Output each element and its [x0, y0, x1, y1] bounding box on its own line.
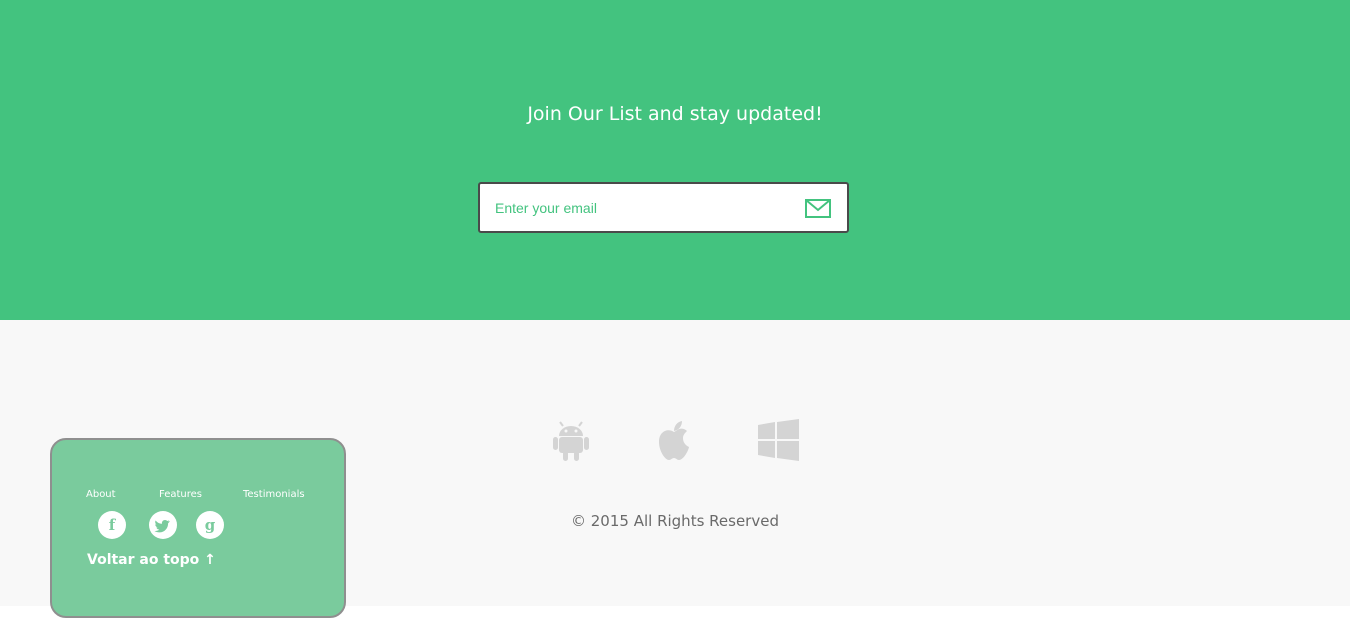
email-input[interactable]	[480, 184, 790, 231]
email-signup-box	[478, 182, 849, 233]
apple-icon	[655, 419, 693, 465]
back-to-top-link[interactable]: Voltar ao topo ↑	[87, 550, 216, 570]
newsletter-title: Join Our List and stay updated!	[527, 103, 823, 125]
google-button[interactable]: g	[196, 511, 224, 539]
envelope-icon	[805, 199, 831, 218]
facebook-icon: f	[108, 516, 116, 534]
facebook-button[interactable]: f	[98, 511, 126, 539]
nav-link-features[interactable]: Features	[159, 488, 202, 502]
send-email-button[interactable]	[798, 195, 838, 221]
android-icon	[552, 419, 590, 465]
windows-icon	[758, 419, 800, 465]
newsletter-section	[0, 0, 1350, 320]
google-icon: g	[204, 516, 216, 534]
nav-link-testimonials[interactable]: Testimonials	[243, 488, 305, 502]
twitter-icon	[149, 511, 177, 539]
nav-link-about[interactable]: About	[86, 488, 116, 502]
twitter-button[interactable]	[149, 511, 177, 539]
